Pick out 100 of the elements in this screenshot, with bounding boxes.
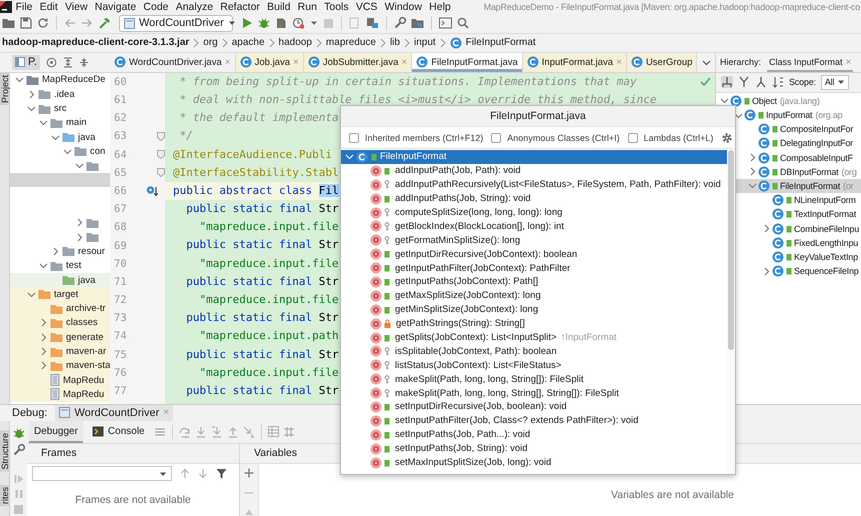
menu-item[interactable]: Help [426,0,454,14]
tree-item[interactable]: java [10,272,110,288]
scope-label: Scope: [789,77,816,88]
tool-window-tab[interactable]: rites [0,485,10,506]
line-number: 74 [113,330,128,342]
line-number: 67 [113,203,128,216]
empty-message: Frames are not available [75,494,191,506]
option-checkbox[interactable]: Anonymous Classes (Ctrl+I) [491,132,620,142]
tree-item[interactable]: makeSplit(Path, long, long, String[], String[]): FileSplit [341,386,727,400]
line-number: 75 [113,348,128,361]
line-number: 77 [113,385,128,398]
editor-tab[interactable]: InputFormat.java × [522,52,627,72]
tree-item[interactable]: resour [10,244,110,259]
tool-window-tab[interactable]: Structure [0,430,10,472]
breadcrumb-item[interactable]: mapreduce [326,37,376,48]
breadcrumb-item[interactable]: apache [232,37,265,48]
panel-title: Frames [27,444,239,464]
menu-item[interactable]: Build [264,0,294,14]
code-line: "mapreduce.input.file [198,292,339,308]
empty-message: Variables are not available [611,488,734,501]
line-number: 63 [113,130,128,142]
editor-tab[interactable]: Job.java × [236,52,304,72]
code-line: public static final Str [185,382,339,399]
tree-item[interactable]: maven-ar [10,344,110,359]
tree-item[interactable]: listStatus(JobContext): List<FileStatus> [341,358,727,372]
tree-item[interactable]: setInputPathFilter(Job, Class<? extends PathFilter>): void [341,414,727,428]
menu-item[interactable]: Edit [36,0,62,14]
breadcrumb-item[interactable]: hadoop [278,37,312,48]
tree-item[interactable]: main [10,116,110,130]
tree-item[interactable]: MapRedu [10,373,110,388]
hierarchy-tab[interactable]: Class InputFormat × [767,52,854,72]
tree-item[interactable]: maven-sta [10,358,110,373]
editor-tab[interactable]: FileInputFormat.java [412,52,523,72]
code-line: public static final Str [185,310,339,326]
menu-item[interactable]: View [61,0,92,14]
menu-item[interactable]: Analyze [172,0,217,14]
line-number: 64 [113,148,128,161]
project-view-dropdown[interactable]: P. [12,54,40,70]
line-number: 69 [113,240,128,252]
debug-tab[interactable]: Console [86,420,150,443]
line-number: 72 [113,294,128,306]
line-number: 76 [113,366,128,379]
tool-window-tab[interactable]: Project [0,72,10,105]
tree-item[interactable]: .idea [10,87,110,102]
menu-item[interactable]: Run [294,0,321,14]
tree-item[interactable]: getSplits(JobContext): List<InputSplit> ↑InputFormat [341,330,727,344]
tree-item[interactable]: FileInputFormat [341,150,727,164]
line-number: 71 [113,276,128,288]
tree-item[interactable]: getMaxSplitSize(JobContext): long [341,288,727,303]
tree-item[interactable]: getMinSplitSize(JobContext): long [341,302,727,317]
tree-item[interactable]: getPathStrings(String): String[] [341,316,727,331]
code-line: public static final Str [185,237,339,254]
scope-dropdown[interactable]: All [820,74,850,90]
tree-item[interactable]: classes [10,316,110,330]
tree-item[interactable]: src [10,101,110,116]
tree-item[interactable]: DelegatingInputFor [716,136,861,151]
code-line: * deal with non-splittable files <i>must</i> override this method, since [178,92,656,108]
tree-item[interactable]: makeSplit(Path, long, long, String[]): FileSplit [341,372,727,386]
panel-title: Debug: [12,406,48,419]
code-line: @InterfaceStability.Stabl [172,164,339,181]
breadcrumb-item[interactable]: input [414,37,436,48]
menu-item[interactable]: Tools [320,0,352,14]
menu-item[interactable]: Window [381,0,426,14]
tree-item[interactable]: setInputPaths(Job, Path...): void [341,428,727,442]
menu-item[interactable]: Refactor [216,0,264,14]
code-line: @InterfaceAudience.Publi [172,146,332,163]
option-checkbox[interactable]: Lambdas (Ctrl+L) [628,132,714,142]
editor-tab[interactable]: UserGroup [626,52,698,72]
breadcrumb-item[interactable]: hadoop-mapreduce-client-core-3.1.3.jar [2,37,190,48]
line-number: 68 [113,221,128,234]
line-number: 61 [113,94,128,106]
tree-item[interactable]: test [10,258,110,273]
popup-title: FileInputFormat.java [341,106,735,127]
breadcrumb-item[interactable]: lib [390,37,400,48]
tree-item[interactable]: generate [10,330,110,344]
tree-item[interactable]: con [10,144,110,159]
menu-item[interactable]: Navigate [91,0,140,14]
menu-item[interactable]: Code [140,0,172,14]
tree-item[interactable]: isSplitable(JobContext, Path): boolean [341,344,727,358]
breadcrumb-item[interactable]: FileInputFormat [466,37,536,48]
line-number: 73 [113,312,128,324]
code-line: * the default implementa [178,110,339,126]
menu-item[interactable]: File [12,0,36,14]
code-line: */ [178,128,193,144]
session-tab[interactable]: WordCountDriver × [55,404,174,421]
tree-item[interactable]: archive-tr [10,302,110,316]
option-checkbox[interactable]: Inherited members (Ctrl+F12) [349,132,484,142]
editor-tab[interactable]: JobSubmitter.java × [304,52,412,72]
debug-tab[interactable]: Debugger [29,420,83,443]
tree-item[interactable]: setInputDirRecursive(Job, boolean): void [341,400,727,414]
tree-item[interactable]: java [10,130,110,144]
tree-item[interactable]: setInputPaths(Job, String): void [341,442,727,456]
tree-item[interactable]: target [10,287,110,302]
menu-item[interactable]: VCS [352,0,381,14]
line-number: 65 [113,166,128,179]
tree-item[interactable]: MapRedu [10,387,110,402]
tree-item[interactable]: MapReduceDe [10,72,110,88]
breadcrumb-item[interactable]: org [203,37,218,48]
run-config-dropdown[interactable]: WordCountDriver [119,14,233,32]
line-number: 62 [113,112,128,124]
